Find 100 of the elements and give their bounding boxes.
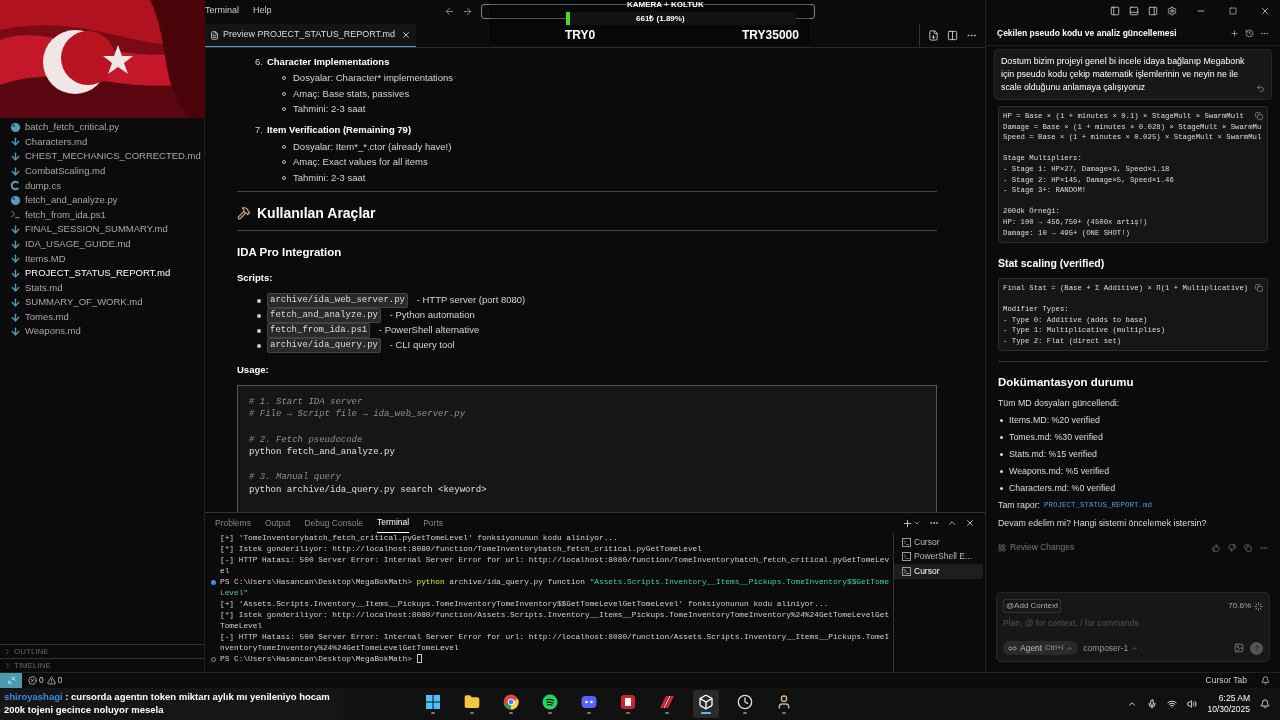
close-icon[interactable] xyxy=(965,518,975,528)
file-item[interactable]: dump.cs xyxy=(0,178,204,193)
toggle-secondary-sidebar-icon[interactable] xyxy=(1148,6,1158,16)
notification-icon[interactable] xyxy=(1260,699,1270,709)
tray-expand-icon[interactable] xyxy=(1127,699,1138,709)
copy-icon[interactable] xyxy=(1255,283,1263,292)
goal-min: TRY0 xyxy=(565,28,596,42)
copy-icon[interactable] xyxy=(1255,112,1263,120)
open-source-icon[interactable] xyxy=(928,30,939,41)
file-item[interactable]: SUMMARY_OF_WORK.md xyxy=(0,295,204,310)
csharp-file-icon xyxy=(10,180,21,192)
file-item[interactable]: PROJECT_STATUS_REPORT.md xyxy=(0,265,204,281)
bullet-icon xyxy=(257,343,261,348)
settings-icon[interactable] xyxy=(1167,6,1177,16)
clock-app-icon[interactable] xyxy=(737,694,754,710)
file-item[interactable]: IDA_USAGE_GUIDE.md xyxy=(0,236,204,252)
report-label: Tam rapor: xyxy=(998,498,1041,512)
terminal-session[interactable]: Cursor xyxy=(894,564,983,579)
toggle-panel-icon[interactable] xyxy=(1129,6,1139,16)
step-title: Item Verification (Remaining 79) xyxy=(266,123,412,138)
file-item[interactable]: FINAL_SESSION_SUMMARY.md xyxy=(0,222,204,237)
warning-count[interactable]: 0 xyxy=(57,674,63,687)
chat-title: Çekilen pseudo kodu ve analiz güncellemesi xyxy=(997,27,1178,40)
history-icon[interactable] xyxy=(1245,29,1254,38)
clock-date[interactable]: 10/30/2025 xyxy=(1207,704,1250,715)
arrow-up-icon xyxy=(1252,644,1261,652)
taskbar-button[interactable] xyxy=(693,690,720,718)
panel-section-header[interactable]: OUTLINE xyxy=(0,644,204,658)
panel-section-header[interactable]: TIMELINE xyxy=(0,658,204,672)
goal-max: TRY35000 xyxy=(742,28,799,42)
forward-icon[interactable] xyxy=(461,5,473,17)
panel-tab[interactable]: Terminal xyxy=(377,513,410,533)
start-icon[interactable] xyxy=(425,694,442,710)
file-item[interactable]: CHEST_MECHANICS_CORRECTED.md xyxy=(0,149,204,164)
panel-tab[interactable]: Problems xyxy=(215,513,251,533)
markdown-file-icon xyxy=(10,238,21,250)
network-icon[interactable] xyxy=(1167,699,1178,709)
game-icon[interactable] xyxy=(659,694,676,710)
send-button[interactable] xyxy=(1250,641,1263,655)
file-item[interactable]: Weapons.md xyxy=(0,324,204,339)
more-icon[interactable] xyxy=(1260,29,1269,38)
image-icon[interactable] xyxy=(1234,643,1244,653)
close-icon[interactable] xyxy=(1260,6,1270,16)
panel-tab[interactable]: Ports xyxy=(423,513,443,533)
maximize-icon[interactable] xyxy=(1229,7,1237,15)
terminal-session[interactable]: Cursor xyxy=(894,535,983,550)
list-number: 7. xyxy=(255,123,263,138)
menu-item[interactable]: Help xyxy=(253,4,272,18)
thumbs-down-icon[interactable] xyxy=(1228,543,1236,552)
script-description: - CLI query tool xyxy=(388,338,455,353)
bullet-text: Items.MD: %20 verified xyxy=(1009,413,1100,427)
file-item[interactable]: Tomes.md xyxy=(0,309,204,325)
paragraph: Tüm MD dosyaları güncellendi: xyxy=(998,396,1121,410)
file-item[interactable]: fetch_from_ida.ps1 xyxy=(0,207,204,223)
model-selector[interactable]: composer-1 xyxy=(1083,641,1139,655)
volume-icon[interactable] xyxy=(1187,699,1198,709)
panel-tab[interactable]: Debug Console xyxy=(304,513,364,533)
editor-tab[interactable]: Preview PROJECT_STATUS_REPORT.md xyxy=(205,24,417,47)
maximize-panel-icon[interactable] xyxy=(947,518,957,528)
stream-chat-message: shiroyashagi : cursorda agentın token miktarı aylık mı yenileniyo hocam 200k tojeni gecince noluyor mesela xyxy=(0,688,343,720)
status-item[interactable]: Cursor Tab xyxy=(1205,674,1247,687)
script-description: - PowerShell alternative xyxy=(377,323,480,338)
terminal-session[interactable]: PowerShell E... xyxy=(894,549,983,564)
bullet-text: Tomes.md: %30 verified xyxy=(1009,430,1103,444)
file-item[interactable]: Items.MD xyxy=(0,251,204,266)
error-count[interactable]: 0 xyxy=(39,674,44,687)
python-file-icon xyxy=(10,121,21,133)
bullet-icon xyxy=(1000,469,1003,473)
menu-item[interactable]: Terminal xyxy=(205,4,239,18)
thumbs-up-icon[interactable] xyxy=(1212,543,1220,552)
file-item[interactable]: batch_fetch_critical.py xyxy=(0,120,204,135)
music-app-icon[interactable] xyxy=(542,694,559,710)
editor-app-icon[interactable] xyxy=(698,694,715,710)
toggle-sidebar-icon[interactable] xyxy=(1110,6,1120,16)
restore-icon[interactable] xyxy=(1256,84,1265,93)
close-icon[interactable] xyxy=(401,30,412,40)
clock-time[interactable]: 6:25 AM xyxy=(1218,693,1250,704)
bullet-text: Tahmini: 2-3 saat xyxy=(293,102,366,117)
app-icon[interactable] xyxy=(620,694,637,710)
split-editor-icon[interactable] xyxy=(947,30,958,41)
microphone-icon[interactable] xyxy=(1147,699,1158,709)
add-context-button[interactable]: @Add Context xyxy=(1003,599,1062,613)
script-description: - HTTP server (port 8080) xyxy=(415,293,526,308)
browser-icon[interactable] xyxy=(503,694,520,710)
review-changes-link[interactable]: Review Changes xyxy=(1010,541,1212,554)
new-terminal-icon[interactable] xyxy=(902,517,913,529)
markdown-file-icon xyxy=(10,136,21,148)
notification-icon[interactable] xyxy=(1261,676,1270,685)
code-line: python fetch_and_analyze.py xyxy=(249,446,395,459)
dropdown-icon[interactable] xyxy=(913,519,921,527)
chat-app-icon[interactable] xyxy=(581,694,598,710)
file-item[interactable]: Stats.md xyxy=(0,280,204,296)
back-icon[interactable] xyxy=(443,5,455,17)
panel-tab[interactable]: Output xyxy=(264,513,291,533)
review-icon xyxy=(998,543,1006,552)
file-item[interactable]: Characters.md xyxy=(0,134,204,150)
file-item[interactable]: CombatScaling.md xyxy=(0,163,204,179)
file-item[interactable]: fetch_and_analyze.py xyxy=(0,192,204,208)
new-chat-icon[interactable] xyxy=(1230,29,1239,38)
folder-icon[interactable] xyxy=(464,694,481,710)
